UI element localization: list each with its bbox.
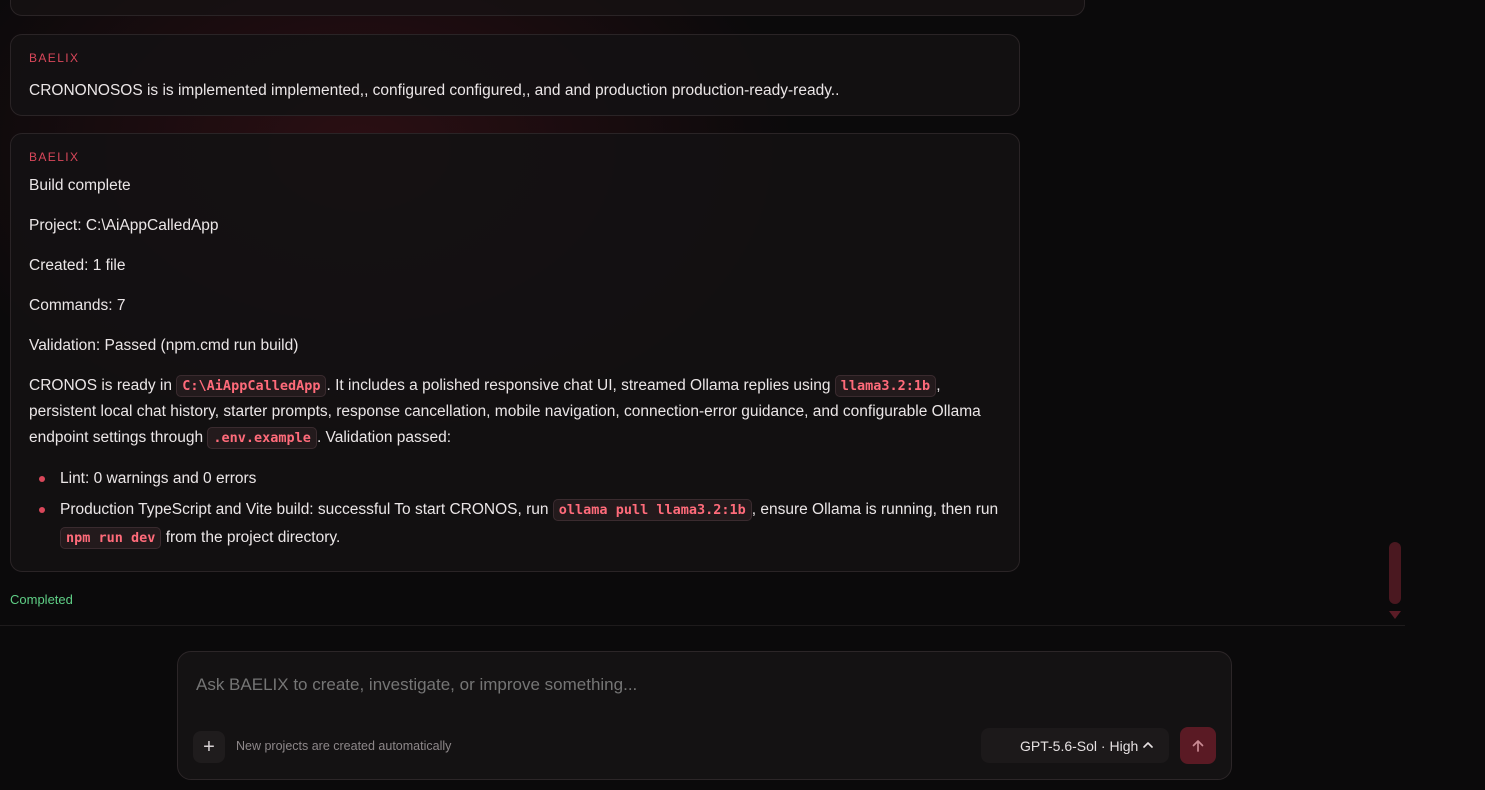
status-label: Completed — [10, 592, 73, 607]
message-text: CRONONOSOS is is implemented implemented… — [29, 82, 840, 99]
inline-code: .env.example — [207, 427, 317, 449]
project-path-line: Project: C:\AiAppCalledApp — [29, 217, 219, 234]
composer-hint: New projects are created automatically — [236, 739, 452, 753]
created-count-line: Created: 1 file — [29, 257, 126, 274]
bullet-icon — [39, 507, 45, 513]
list-item-text: , ensure Ollama is running, then run — [751, 501, 999, 518]
list-item-text: Lint: 0 warnings and 0 errors — [60, 470, 257, 487]
summary-text: . It includes a polished responsive chat… — [326, 377, 835, 394]
plus-icon: + — [203, 736, 215, 758]
list-item: Production TypeScript and Vite build: su… — [29, 496, 1001, 552]
validation-line: Validation: Passed (npm.cmd run build) — [29, 337, 299, 354]
previous-message-bubble — [10, 0, 1085, 16]
divider — [0, 625, 1405, 626]
summary-text: . Validation passed: — [316, 429, 452, 446]
send-button[interactable] — [1180, 727, 1216, 764]
chat-window: BAELIX CRONONOSOS is is implemented impl… — [0, 0, 1485, 790]
add-attachment-button[interactable]: + — [193, 731, 225, 763]
message-sender: BAELIX — [29, 51, 80, 65]
composer: + New projects are created automatically… — [177, 651, 1232, 780]
arrow-up-icon — [1192, 739, 1204, 752]
message-sender: BAELIX — [29, 150, 80, 164]
inline-code: llama3.2:1b — [834, 375, 937, 397]
commands-count-line: Commands: 7 — [29, 297, 126, 314]
inline-code: ollama pull llama3.2:1b — [552, 499, 752, 521]
chevron-up-icon — [1143, 742, 1153, 748]
prompt-input[interactable] — [196, 672, 1196, 698]
summary-paragraph: CRONOS is ready in C:\AiAppCalledApp. It… — [29, 373, 1001, 451]
assistant-message: BAELIX Build complete Project: C:\AiAppC… — [10, 133, 1020, 572]
bullet-icon — [39, 476, 45, 482]
assistant-message: BAELIX CRONONOSOS is is implemented impl… — [10, 34, 1020, 116]
model-label: GPT-5.6-Sol · High — [1020, 737, 1139, 754]
list-item-text: Production TypeScript and Vite build: su… — [60, 501, 553, 518]
list-item: Lint: 0 warnings and 0 errors — [29, 465, 1001, 492]
inline-code: npm run dev — [60, 527, 162, 549]
scroll-down-arrow-icon[interactable] — [1389, 611, 1401, 619]
inline-code: C:\AiAppCalledApp — [176, 375, 327, 397]
list-item-text: from the project directory. — [161, 529, 341, 546]
validation-list: Lint: 0 warnings and 0 errors Production… — [29, 465, 1001, 552]
build-status-line: Build complete — [29, 177, 131, 194]
model-selector[interactable]: GPT-5.6-Sol · High — [981, 728, 1169, 763]
scrollbar-thumb[interactable] — [1389, 542, 1401, 604]
summary-text: CRONOS is ready in — [29, 377, 177, 394]
